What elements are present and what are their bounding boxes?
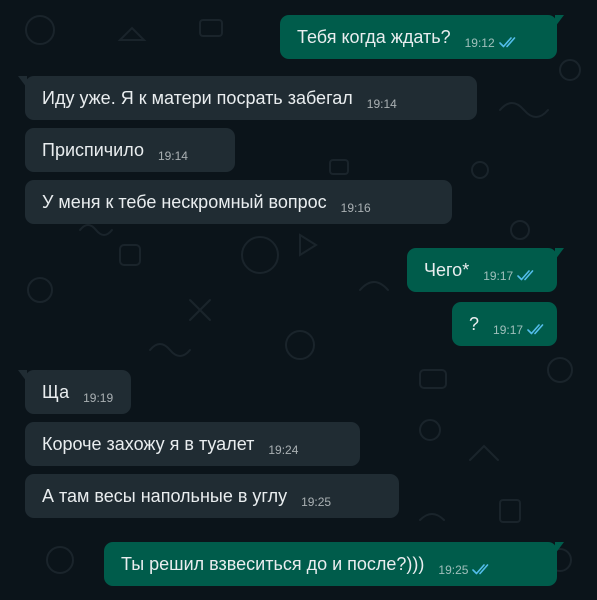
bubble-tail bbox=[555, 542, 564, 554]
message-meta: 19:25 bbox=[301, 495, 331, 509]
message-text: У меня к тебе нескромный вопрос bbox=[42, 192, 327, 212]
message-time: 19:25 bbox=[301, 494, 332, 509]
message-text: Тебя когда ждать? bbox=[297, 27, 451, 47]
message-meta: 19:14 bbox=[158, 149, 188, 163]
incoming-message[interactable]: У меня к тебе нескромный вопрос 19:16 bbox=[25, 180, 452, 224]
message-time: 19:24 bbox=[268, 442, 299, 457]
outgoing-message[interactable]: Тебя когда ждать? 19:12 bbox=[280, 15, 564, 59]
message-time: 19:25 bbox=[438, 562, 469, 577]
bubble-tail bbox=[555, 248, 564, 260]
incoming-message[interactable]: Иду уже. Я к матери посрать забегал 19:1… bbox=[18, 76, 477, 120]
message-meta: 19:12 bbox=[465, 36, 519, 50]
message-text: Ты решил взвеситься до и после?))) bbox=[121, 554, 425, 574]
message-text: ? bbox=[469, 314, 480, 334]
double-check-icon bbox=[498, 37, 515, 48]
outgoing-message[interactable]: Чего* 19:17 bbox=[407, 248, 564, 292]
message-meta: 19:16 bbox=[341, 201, 371, 215]
bubble-tail bbox=[18, 76, 27, 88]
outgoing-message[interactable]: ? 19:17 bbox=[452, 302, 557, 346]
incoming-message[interactable]: Ща 19:19 bbox=[18, 370, 131, 414]
message-time: 19:14 bbox=[366, 96, 397, 111]
incoming-message[interactable]: А там весы напольные в углу 19:25 bbox=[25, 474, 399, 518]
message-text: Короче захожу я в туалет bbox=[42, 434, 255, 454]
message-meta: 19:14 bbox=[367, 97, 397, 111]
message-time: 19:12 bbox=[464, 35, 495, 50]
message-text: Приспичило bbox=[42, 140, 144, 160]
bubble-tail bbox=[18, 370, 27, 382]
message-meta: 19:17 bbox=[483, 269, 537, 283]
message-meta: 19:24 bbox=[268, 443, 298, 457]
incoming-message[interactable]: Приспичило 19:14 bbox=[25, 128, 235, 172]
message-time: 19:17 bbox=[493, 322, 524, 337]
message-text: Чего* bbox=[424, 260, 470, 280]
message-time: 19:19 bbox=[83, 390, 114, 405]
message-meta: 19:17 bbox=[493, 323, 547, 337]
message-meta: 19:25 bbox=[438, 563, 492, 577]
message-text: А там весы напольные в углу bbox=[42, 486, 288, 506]
message-meta: 19:19 bbox=[83, 391, 113, 405]
incoming-message[interactable]: Короче захожу я в туалет 19:24 bbox=[25, 422, 360, 466]
message-text: Ща bbox=[42, 382, 70, 402]
message-text: Иду уже. Я к матери посрать забегал bbox=[42, 88, 353, 108]
message-time: 19:17 bbox=[483, 268, 514, 283]
message-time: 19:14 bbox=[157, 148, 188, 163]
message-time: 19:16 bbox=[340, 200, 371, 215]
bubble-tail bbox=[555, 15, 564, 27]
double-check-icon bbox=[472, 564, 489, 575]
double-check-icon bbox=[517, 270, 534, 281]
outgoing-message[interactable]: Ты решил взвеситься до и после?))) 19:25 bbox=[104, 542, 564, 586]
double-check-icon bbox=[527, 324, 544, 335]
